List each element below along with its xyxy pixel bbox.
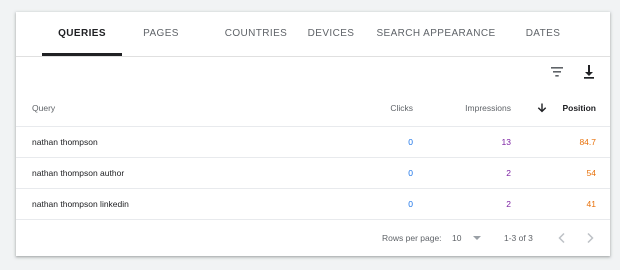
next-page-button[interactable] — [582, 230, 598, 246]
column-header-clicks[interactable]: Clicks — [390, 90, 413, 126]
query-cell: nathan thompson linkedin — [32, 199, 129, 209]
arrow-down-icon[interactable] — [536, 102, 548, 114]
table-row[interactable]: nathan thompson author 0 2 54 — [16, 158, 610, 189]
pagination-bar: Rows per page: 10 1-3 of 3 — [16, 224, 610, 252]
position-cell: 84.7 — [579, 137, 596, 147]
chevron-right-icon — [587, 232, 594, 244]
column-header-position[interactable]: Position — [562, 90, 596, 126]
tab-countries[interactable]: COUNTRIES — [206, 12, 306, 56]
active-tab-indicator — [42, 53, 122, 56]
table-row[interactable]: nathan thompson linkedin 0 2 41 — [16, 189, 610, 220]
table-header: Query Clicks Impressions Position — [16, 90, 610, 127]
tab-pages[interactable]: PAGES — [126, 12, 196, 56]
filter-icon — [551, 67, 563, 77]
tab-queries[interactable]: QUERIES — [42, 12, 122, 56]
tab-search-appearance[interactable]: SEARCH APPEARANCE — [376, 12, 496, 56]
table-row[interactable]: nathan thompson 0 13 84.7 — [16, 127, 610, 158]
column-header-query[interactable]: Query — [32, 90, 55, 126]
pagination-range: 1-3 of 3 — [504, 233, 533, 243]
performance-table-card: QUERIES PAGES COUNTRIES DEVICES SEARCH A… — [16, 12, 610, 256]
rows-per-page-select[interactable]: 10 — [452, 224, 490, 252]
column-header-impressions[interactable]: Impressions — [465, 90, 511, 126]
download-icon — [584, 65, 594, 79]
position-cell: 54 — [586, 168, 596, 178]
download-button[interactable] — [577, 60, 601, 84]
filter-button[interactable] — [545, 60, 569, 84]
position-cell: 41 — [586, 199, 596, 209]
rows-per-page-label: Rows per page: — [382, 233, 442, 243]
previous-page-button[interactable] — [554, 230, 570, 246]
query-cell: nathan thompson — [32, 137, 98, 147]
impressions-cell: 13 — [501, 137, 511, 147]
tab-devices[interactable]: DEVICES — [296, 12, 366, 56]
clicks-cell: 0 — [408, 137, 413, 147]
dropdown-arrow-icon — [473, 236, 481, 240]
report-tabs: QUERIES PAGES COUNTRIES DEVICES SEARCH A… — [16, 12, 610, 57]
rows-per-page-value: 10 — [452, 233, 462, 243]
clicks-cell: 0 — [408, 168, 413, 178]
impressions-cell: 2 — [506, 168, 511, 178]
chevron-left-icon — [558, 232, 565, 244]
clicks-cell: 0 — [408, 199, 413, 209]
impressions-cell: 2 — [506, 199, 511, 209]
tab-dates[interactable]: DATES — [513, 12, 573, 56]
query-cell: nathan thompson author — [32, 168, 125, 178]
